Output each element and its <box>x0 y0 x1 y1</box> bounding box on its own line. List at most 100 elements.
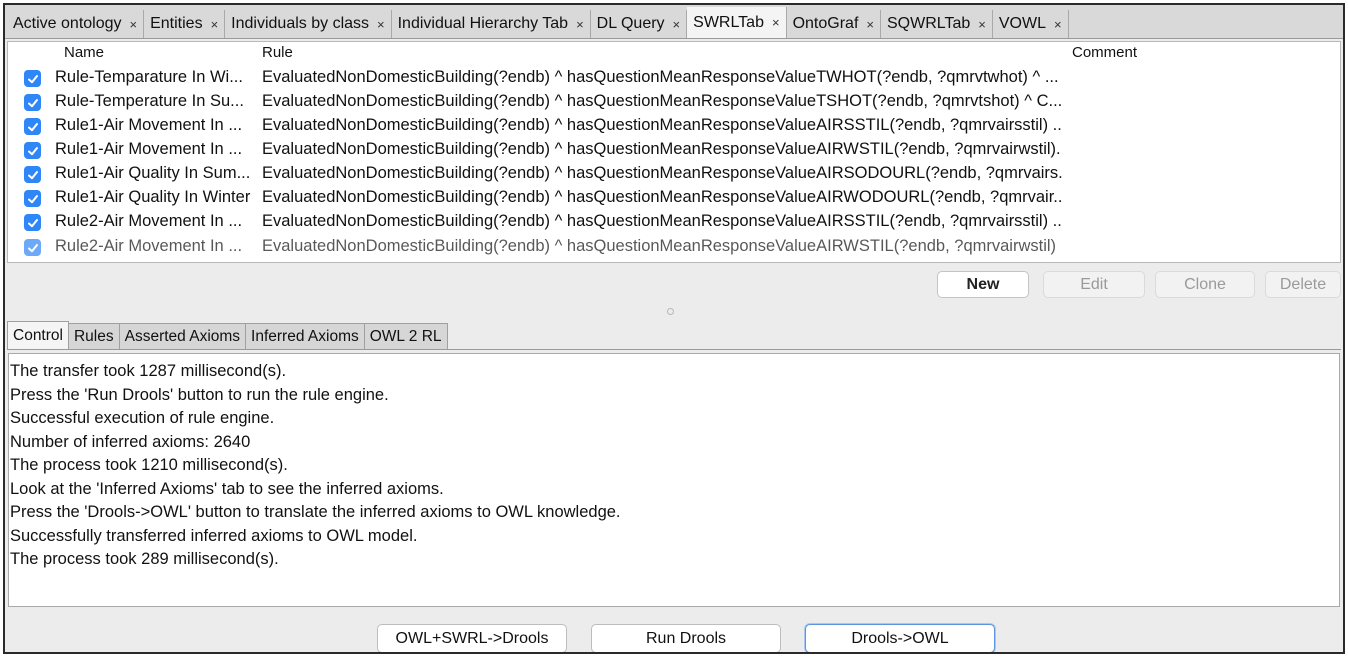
close-icon[interactable]: × <box>1054 17 1062 32</box>
tab-active-ontology[interactable]: Active ontology × <box>7 10 145 38</box>
tab-swrltab[interactable]: SWRLTab × <box>687 7 787 38</box>
tab-label: OntoGraf <box>792 15 859 32</box>
tab-label: Individuals by class <box>231 15 370 32</box>
rule-body: EvaluatedNonDomesticBuilding(?endb) ^ ha… <box>262 237 1057 255</box>
tab-label: Active ontology <box>13 15 122 32</box>
rule-name: Rule2-Air Movement In ... <box>55 237 243 255</box>
enabled-checkbox[interactable] <box>24 70 41 87</box>
tab-vowl[interactable]: VOWL × <box>992 10 1069 38</box>
delete-button[interactable]: Delete <box>1265 271 1341 298</box>
new-button[interactable]: New <box>937 271 1029 298</box>
rules-table[interactable]: Name Rule Comment Rule-Temparature In Wi… <box>7 41 1341 263</box>
console-output[interactable]: The transfer took 1287 millisecond(s). P… <box>8 353 1340 607</box>
checkmark-icon <box>27 146 38 155</box>
console-line: The process took 289 millisecond(s). <box>10 550 279 568</box>
rule-body: EvaluatedNonDomesticBuilding(?endb) ^ ha… <box>262 68 1059 86</box>
enabled-checkbox[interactable] <box>24 94 41 111</box>
console-line: Press the 'Run Drools' button to run the… <box>10 385 389 404</box>
close-icon[interactable]: × <box>576 17 584 32</box>
rule-body: EvaluatedNonDomesticBuilding(?endb) ^ ha… <box>262 212 1062 230</box>
tab-inferred-axioms[interactable]: Inferred Axioms <box>245 323 365 349</box>
checkmark-icon <box>27 122 38 131</box>
table-header: Name Rule Comment <box>8 42 1340 64</box>
console-line: Number of inferred axioms: 2640 <box>10 432 251 451</box>
rule-body: EvaluatedNonDomesticBuilding(?endb) ^ ha… <box>262 188 1062 206</box>
splitter-handle[interactable] <box>667 308 674 315</box>
enabled-checkbox[interactable] <box>24 214 41 231</box>
checkmark-icon <box>27 98 38 107</box>
close-icon[interactable]: × <box>377 17 385 32</box>
rule-buttons-bar: New Edit Clone Delete <box>5 263 1343 303</box>
rule-name: Rule1-Air Quality In Winter <box>55 188 251 206</box>
tab-asserted-axioms[interactable]: Asserted Axioms <box>118 323 247 349</box>
tab-label: Individual Hierarchy Tab <box>397 15 569 32</box>
column-header-rule[interactable]: Rule <box>262 44 293 61</box>
control-buttons-bar: OWL+SWRL->Drools Run Drools Drools->OWL <box>5 609 1343 652</box>
edit-button[interactable]: Edit <box>1043 271 1145 298</box>
table-row[interactable]: Rule1-Air Quality In Sum... EvaluatedNon… <box>8 162 1340 186</box>
console-line: The transfer took 1287 millisecond(s). <box>10 362 287 380</box>
main-tab-bar: Active ontology × Entities × Individuals b… <box>5 5 1343 39</box>
drools-to-owl-button[interactable]: Drools->OWL <box>805 624 995 652</box>
rule-body: EvaluatedNonDomesticBuilding(?endb) ^ ha… <box>262 92 1062 110</box>
console-line: Successfully transferred inferred axioms… <box>10 526 418 545</box>
tab-individual-hierarchy[interactable]: Individual Hierarchy Tab × <box>391 10 591 38</box>
tab-entities[interactable]: Entities × <box>144 10 226 38</box>
console-line: Successful execution of rule engine. <box>10 409 275 427</box>
close-icon[interactable]: × <box>211 17 219 32</box>
enabled-checkbox[interactable] <box>24 142 41 159</box>
console-line: Press the 'Drools->OWL' button to transl… <box>10 503 621 521</box>
table-row[interactable]: Rule1-Air Quality In Winter EvaluatedNon… <box>8 186 1340 210</box>
column-header-comment[interactable]: Comment <box>1072 44 1137 61</box>
owl-swrl-to-drools-button[interactable]: OWL+SWRL->Drools <box>377 624 567 652</box>
tab-label: VOWL <box>998 15 1046 32</box>
rule-body: EvaluatedNonDomesticBuilding(?endb) ^ ha… <box>262 116 1062 134</box>
tab-owl2rl[interactable]: OWL 2 RL <box>363 323 448 349</box>
enabled-checkbox[interactable] <box>24 190 41 207</box>
table-row[interactable]: Rule-Temparature In Wi... EvaluatedNonDo… <box>8 66 1340 90</box>
rule-body: EvaluatedNonDomesticBuilding(?endb) ^ ha… <box>262 140 1062 158</box>
checkmark-icon <box>27 243 38 252</box>
tab-sqwrltab[interactable]: SQWRLTab × <box>880 10 993 38</box>
tab-label: Entities <box>150 15 203 32</box>
tab-label: DL Query <box>596 15 665 32</box>
rule-body: EvaluatedNonDomesticBuilding(?endb) ^ ha… <box>262 164 1062 182</box>
enabled-checkbox[interactable] <box>24 118 41 135</box>
rule-name: Rule2-Air Movement In ... <box>55 212 243 230</box>
table-row[interactable]: Rule1-Air Movement In ... EvaluatedNonDo… <box>8 114 1340 138</box>
swrltab-window: Active ontology × Entities × Individuals b… <box>3 3 1345 654</box>
table-row[interactable]: Rule-Temperature In Su... EvaluatedNonDo… <box>8 90 1340 114</box>
checkmark-icon <box>27 74 38 83</box>
tab-control[interactable]: Control <box>7 321 69 349</box>
tab-individuals-by-class[interactable]: Individuals by class × <box>225 10 392 38</box>
rule-name: Rule1-Air Movement In ... <box>55 116 243 134</box>
tab-ontograf[interactable]: OntoGraf × <box>786 10 881 38</box>
table-row[interactable]: Rule2-Air Movement In ... EvaluatedNonDo… <box>8 210 1340 234</box>
tab-rules[interactable]: Rules <box>67 323 120 349</box>
checkmark-icon <box>27 194 38 203</box>
close-icon[interactable]: × <box>673 17 681 32</box>
column-header-name[interactable]: Name <box>64 44 104 61</box>
rule-name: Rule-Temperature In Su... <box>55 92 244 110</box>
run-drools-button[interactable]: Run Drools <box>591 624 781 652</box>
console-line: Look at the 'Inferred Axioms' tab to see… <box>10 479 444 498</box>
tab-label: SQWRLTab <box>886 15 971 32</box>
close-icon[interactable]: × <box>978 17 986 32</box>
enabled-checkbox[interactable] <box>24 166 41 183</box>
rule-name: Rule-Temparature In Wi... <box>55 68 243 86</box>
tab-label: SWRLTab <box>693 13 764 31</box>
rule-name: Rule1-Air Quality In Sum... <box>55 164 251 182</box>
checkmark-icon <box>27 170 38 179</box>
close-icon[interactable]: × <box>130 17 138 32</box>
tab-dl-query[interactable]: DL Query × <box>590 10 688 38</box>
close-icon[interactable]: × <box>772 15 780 30</box>
close-icon[interactable]: × <box>866 17 874 32</box>
checkmark-icon <box>27 218 38 227</box>
enabled-checkbox[interactable] <box>24 239 41 256</box>
rule-name: Rule1-Air Movement In ... <box>55 140 243 158</box>
control-tab-bar: Control Rules Asserted Axioms Inferred A… <box>7 321 1341 350</box>
clone-button[interactable]: Clone <box>1155 271 1255 298</box>
console-line: The process took 1210 millisecond(s). <box>10 456 288 474</box>
table-row[interactable]: Rule1-Air Movement In ... EvaluatedNonDo… <box>8 138 1340 162</box>
table-row[interactable]: Rule2-Air Movement In ... EvaluatedNonDo… <box>8 235 1340 259</box>
